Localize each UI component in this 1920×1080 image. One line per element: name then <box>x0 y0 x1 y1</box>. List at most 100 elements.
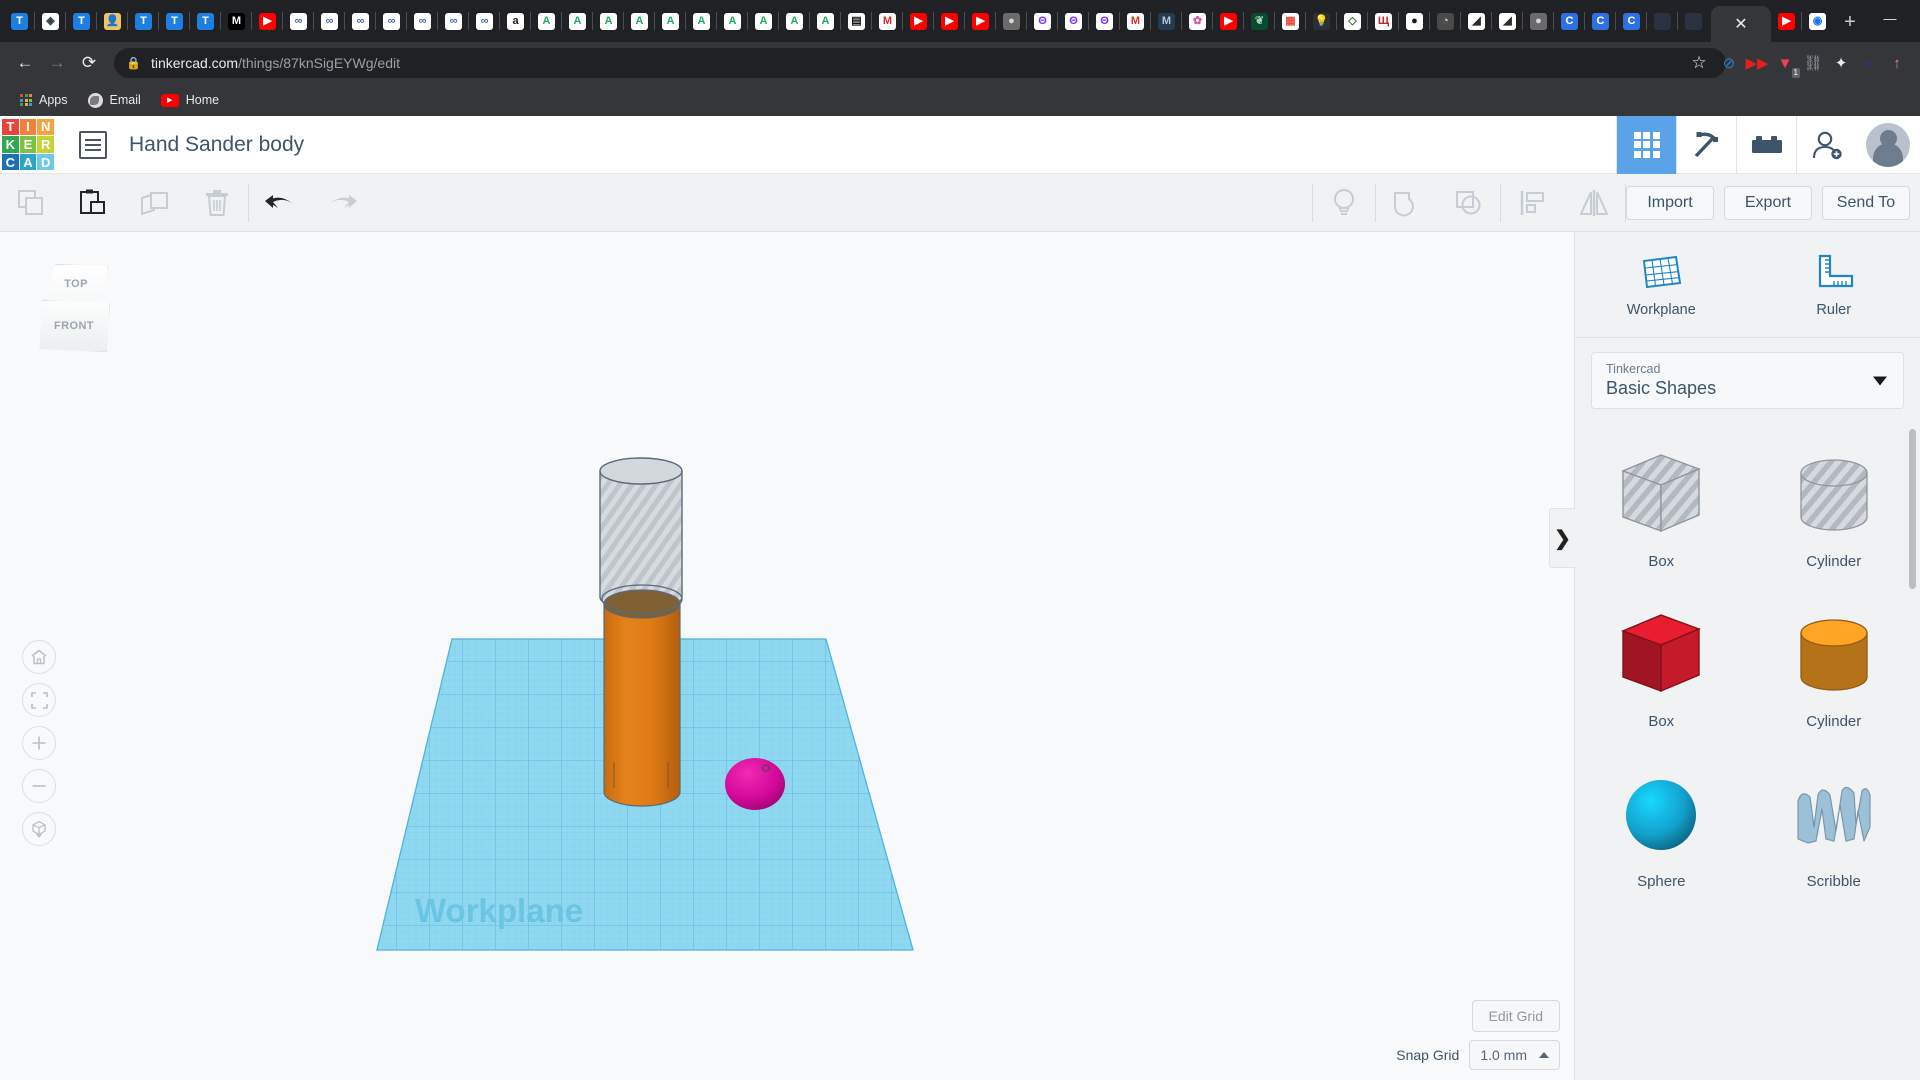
mega-tab[interactable]: M <box>1151 0 1182 42</box>
panel-scrollbar[interactable] <box>1909 429 1916 589</box>
profile-icon[interactable]: ● <box>1856 50 1882 76</box>
infinity-tab[interactable]: ∞ <box>376 0 407 42</box>
shape-scribble[interactable]: Scribble <box>1748 749 1920 905</box>
gmail-tab[interactable]: M <box>1120 0 1151 42</box>
page-title[interactable]: Hand Sander body <box>129 133 304 157</box>
medium-tab[interactable]: M <box>221 0 252 42</box>
import-button[interactable]: Import <box>1626 185 1714 220</box>
youtube-tab[interactable]: ▶ <box>965 0 996 42</box>
youtube-tab[interactable]: ▶ <box>1771 0 1802 42</box>
coursera-tab[interactable]: C <box>1554 0 1585 42</box>
reload-icon[interactable]: ⟳ <box>74 48 104 78</box>
perspective-toggle-button[interactable] <box>22 812 56 846</box>
globe-tab[interactable]: ● <box>996 0 1027 42</box>
autodesk-tab[interactable]: A <box>748 0 779 42</box>
coursera-tab[interactable]: C <box>1585 0 1616 42</box>
panel-collapse-button[interactable]: ❯ <box>1549 508 1575 568</box>
close-icon[interactable]: ✕ <box>1734 14 1747 34</box>
pocket-icon[interactable]: ▼ 1 <box>1772 50 1800 78</box>
bookmark-apps[interactable]: Apps <box>12 90 76 110</box>
blocks-grid-button[interactable] <box>1616 115 1676 174</box>
autodesk-tab[interactable]: A <box>531 0 562 42</box>
chrome-tab[interactable]: ◉ <box>1802 0 1833 42</box>
autodesk-tab[interactable]: A <box>593 0 624 42</box>
list-icon[interactable] <box>79 130 107 159</box>
idea-tab[interactable]: 💡 <box>1306 0 1337 42</box>
loading-tab[interactable] <box>1678 0 1709 42</box>
infinity-tab[interactable]: ∞ <box>407 0 438 42</box>
view-cube[interactable]: TOP FRONT <box>30 264 122 360</box>
bookmark-star-icon[interactable]: ☆ <box>1684 48 1714 78</box>
infinity-tab[interactable]: ∞ <box>314 0 345 42</box>
align-button[interactable] <box>1501 174 1563 232</box>
blender-tab[interactable]: ◢ <box>1461 0 1492 42</box>
shape-box-solid[interactable]: Box <box>1575 589 1748 745</box>
lego-bricks-button[interactable] <box>1736 115 1796 174</box>
redo-button[interactable] <box>311 174 373 232</box>
tinkercad-tab[interactable]: ▦ <box>1275 0 1306 42</box>
address-bar[interactable]: 🔒 tinkercad.com/things/87knSigEYWg/edit <box>114 48 1726 78</box>
tinkercad-tab[interactable]: T <box>128 0 159 42</box>
cupcake-tab[interactable]: ✿ <box>1182 0 1213 42</box>
duplicate-button[interactable] <box>124 174 186 232</box>
news-tab[interactable]: ▤ <box>841 0 872 42</box>
shape-library-dropdown[interactable]: Tinkercad Basic Shapes <box>1591 352 1904 409</box>
avatar[interactable] <box>1856 122 1920 167</box>
forward-icon[interactable]: → <box>42 48 72 78</box>
autodesk-tab[interactable]: A <box>810 0 841 42</box>
photo-tab[interactable]: 👤 <box>97 0 128 42</box>
cylinder-solid[interactable] <box>601 584 683 807</box>
amazon-tab[interactable]: a <box>500 0 531 42</box>
youtube-tab[interactable]: ▶ <box>252 0 283 42</box>
view-cube-top[interactable]: TOP <box>44 264 108 304</box>
home-view-button[interactable] <box>22 640 56 674</box>
send-to-button[interactable]: Send To <box>1822 185 1910 220</box>
shape-box-hole[interactable]: Box <box>1575 429 1748 585</box>
youtube-tab[interactable]: ▶ <box>1213 0 1244 42</box>
tinkercad-tab[interactable]: T <box>4 0 35 42</box>
prusa-tab[interactable]: ◇ <box>1337 0 1368 42</box>
infinity-tab[interactable]: ∞ <box>283 0 314 42</box>
minimize-button[interactable]: — <box>1867 0 1913 36</box>
blender-tab[interactable]: ◢ <box>1492 0 1523 42</box>
shape-cylinder-hole[interactable]: Cylinder <box>1748 429 1920 585</box>
zoom-in-button[interactable] <box>22 726 56 760</box>
thingiverse-tab[interactable]: Θ <box>1058 0 1089 42</box>
export-button[interactable]: Export <box>1724 185 1812 220</box>
sphere-solid[interactable] <box>725 758 785 810</box>
adblock-icon[interactable]: ⊘ <box>1716 50 1742 76</box>
autodesk-tab[interactable]: A <box>655 0 686 42</box>
tinkercad-tab[interactable]: T <box>66 0 97 42</box>
autodesk-tab[interactable]: A <box>624 0 655 42</box>
zoom-out-button[interactable] <box>22 769 56 803</box>
back-icon[interactable]: ← <box>10 48 40 78</box>
minecraft-button[interactable] <box>1676 115 1736 174</box>
video-speed-icon[interactable]: ▶▶ <box>1744 50 1770 76</box>
shape-sphere[interactable]: Sphere <box>1575 749 1748 905</box>
infinity-tab[interactable]: ∞ <box>345 0 376 42</box>
infinity-tab[interactable]: ∞ <box>469 0 500 42</box>
copy-button[interactable] <box>0 174 62 232</box>
hint-button[interactable] <box>1313 174 1375 232</box>
invite-people-button[interactable] <box>1796 115 1856 174</box>
view-cube-front[interactable]: FRONT <box>39 300 110 352</box>
fit-to-view-button[interactable] <box>22 683 56 717</box>
group-button[interactable] <box>1376 174 1438 232</box>
coursera-tab[interactable]: C <box>1616 0 1647 42</box>
tinkercad-tab[interactable]: T <box>190 0 221 42</box>
edit-grid-button[interactable]: Edit Grid <box>1471 1000 1560 1032</box>
ungroup-button[interactable] <box>1438 174 1500 232</box>
youtube-tab[interactable]: ▶ <box>934 0 965 42</box>
autodesk-tab[interactable]: A <box>717 0 748 42</box>
youtube-tab[interactable]: ▶ <box>903 0 934 42</box>
shapes-scroll-area[interactable]: Box Cylinder Box Cylinder Sphere Scribble <box>1575 423 1920 1080</box>
tinkercad-tab[interactable]: T <box>159 0 190 42</box>
loading-tab[interactable] <box>1647 0 1678 42</box>
ruler-tool[interactable]: Ruler <box>1748 232 1920 337</box>
maximize-button[interactable]: ❐ <box>1913 0 1920 36</box>
scene-canvas[interactable]: Workplane <box>0 232 1574 1080</box>
autodesk-tab[interactable]: A <box>562 0 593 42</box>
extensions-puzzle-icon[interactable]: ✦ <box>1828 50 1854 76</box>
autodesk-tab[interactable]: A <box>686 0 717 42</box>
undo-button[interactable] <box>249 174 311 232</box>
